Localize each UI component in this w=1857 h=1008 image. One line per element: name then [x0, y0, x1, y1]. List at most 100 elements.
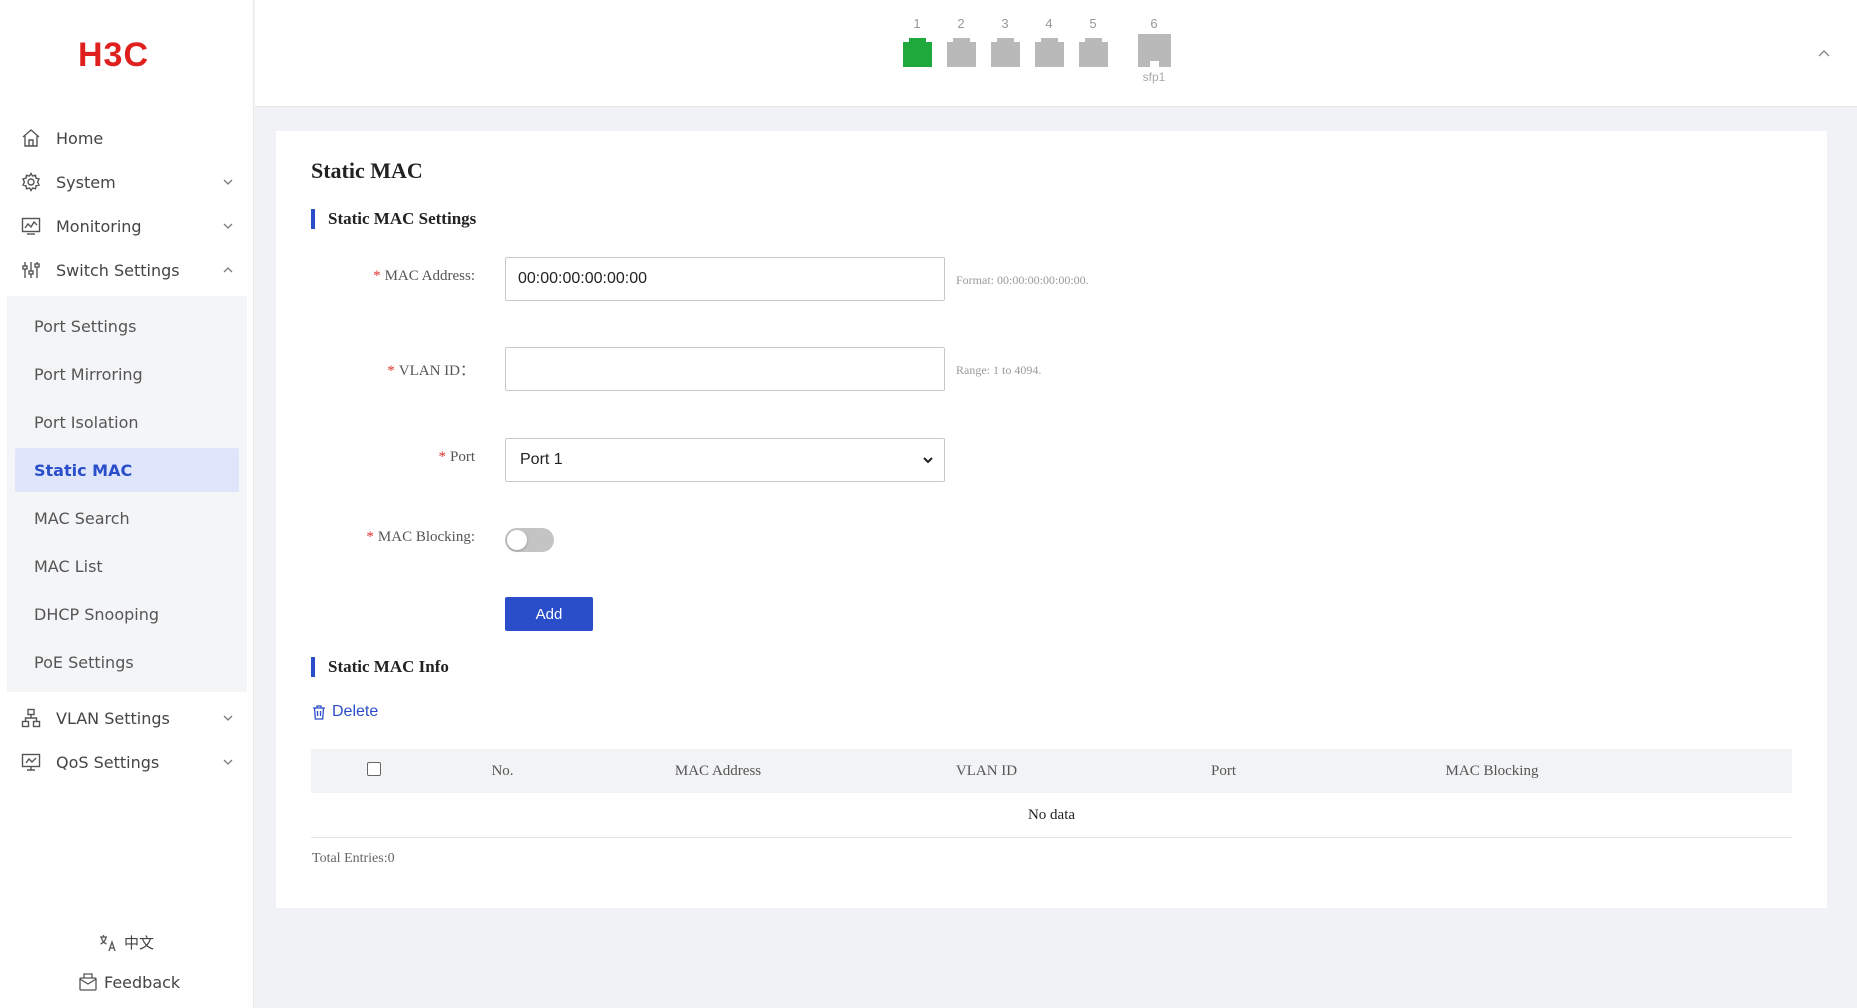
- top-bar: 1 2 3 4 5 6 sfp1: [255, 0, 1857, 107]
- port-jack-shape: [946, 38, 976, 67]
- sidebar-item-static-mac[interactable]: Static MAC: [15, 448, 239, 492]
- ethernet-port-icon: [946, 38, 976, 67]
- home-icon: [20, 127, 42, 149]
- switch-settings-submenu: Port Settings Port Mirroring Port Isolat…: [7, 296, 247, 692]
- chevron-down-icon: [223, 715, 233, 721]
- port-jack-shape: [902, 38, 932, 67]
- sfp-port-icon: [1137, 34, 1171, 67]
- toggle-knob: [507, 530, 527, 550]
- port-2[interactable]: 2: [944, 16, 978, 67]
- chevron-down-icon: [223, 179, 233, 185]
- chevron-up-icon: [223, 267, 233, 273]
- collapse-chevron-up-icon[interactable]: [1817, 46, 1831, 60]
- nav-item-vlan-settings[interactable]: VLAN Settings: [0, 696, 254, 740]
- network-tree-icon: [20, 707, 42, 729]
- vlan-id-input[interactable]: [505, 347, 945, 391]
- language-label: 中文: [124, 934, 155, 952]
- chevron-down-icon: [223, 223, 233, 229]
- required-mark: *: [387, 363, 395, 379]
- column-header-mac-blocking: MAC Blocking: [1445, 762, 1539, 779]
- port-1[interactable]: 1: [900, 16, 934, 67]
- mac-format-hint: Format: 00:00:00:00:00:00.: [956, 273, 1089, 287]
- required-mark: *: [438, 449, 446, 465]
- delete-button[interactable]: Delete: [312, 703, 378, 721]
- port-number: 3: [1001, 16, 1009, 31]
- nav-item-label: QoS Settings: [56, 752, 160, 772]
- feedback-link[interactable]: Feedback: [78, 972, 180, 992]
- section-title-settings: Static MAC Settings: [311, 209, 476, 229]
- port-3[interactable]: 3: [988, 16, 1022, 67]
- monitor-chart-icon: [20, 215, 42, 237]
- sidebar-item-poe-settings[interactable]: PoE Settings: [15, 640, 239, 684]
- sfp-label: sfp1: [1142, 70, 1166, 84]
- port-select-value: Port 1: [520, 451, 563, 468]
- empty-text: No data: [1027, 806, 1076, 823]
- nav-item-label: Home: [56, 128, 104, 148]
- nav-item-label: Monitoring: [56, 216, 142, 236]
- nav-item-monitoring[interactable]: Monitoring: [0, 204, 254, 248]
- column-header-port: Port: [1210, 762, 1236, 779]
- column-header-no: No.: [491, 762, 514, 779]
- chevron-down-icon: [923, 457, 933, 464]
- chevron-down-icon: [223, 759, 233, 765]
- mac-address-input[interactable]: [505, 257, 945, 301]
- port-4[interactable]: 4: [1032, 16, 1066, 67]
- ethernet-port-icon: [1078, 38, 1108, 67]
- language-switch[interactable]: 中文: [98, 932, 154, 953]
- port-jack-shape: [1137, 34, 1171, 67]
- port-jack-shape: [1034, 38, 1064, 67]
- feedback-label: Feedback: [104, 972, 181, 992]
- feedback-icon: [79, 973, 97, 991]
- nav-item-system[interactable]: System: [0, 160, 254, 204]
- delete-label: Delete: [332, 703, 379, 720]
- qos-icon: [20, 751, 42, 773]
- port-number: 6: [1150, 16, 1158, 31]
- ethernet-port-icon: [990, 38, 1020, 67]
- sidebar-item-port-mirroring[interactable]: Port Mirroring: [15, 352, 239, 396]
- vlan-id-label: * VLAN ID：: [387, 363, 475, 379]
- sidebar-item-dhcp-snooping[interactable]: DHCP Snooping: [15, 592, 239, 636]
- page-title: Static MAC: [311, 158, 423, 183]
- port-5[interactable]: 5: [1076, 16, 1110, 67]
- select-all-checkbox[interactable]: [367, 761, 381, 776]
- vlan-range-hint: Range: 1 to 4094.: [956, 363, 1042, 377]
- port-number: 4: [1045, 16, 1053, 31]
- gear-icon: [20, 171, 42, 193]
- port-number: 2: [957, 16, 965, 31]
- mac-blocking-label: * MAC Blocking:: [366, 529, 475, 545]
- trash-icon: [313, 704, 325, 720]
- sliders-icon: [20, 259, 42, 281]
- port-select[interactable]: Port 1: [505, 438, 945, 482]
- mac-blocking-toggle[interactable]: [505, 528, 554, 552]
- table-empty-row: No data: [311, 793, 1792, 838]
- nav-menu: Home System Monitoring Switch Settings P…: [0, 116, 254, 784]
- port-number: 1: [913, 16, 921, 31]
- nav-item-home[interactable]: Home: [0, 116, 254, 160]
- nav-item-label: System: [56, 172, 116, 192]
- port-number: 5: [1089, 16, 1097, 31]
- nav-item-qos-settings[interactable]: QoS Settings: [0, 740, 254, 784]
- ethernet-port-icon: [1034, 38, 1064, 67]
- section-title-info: Static MAC Info: [311, 657, 449, 677]
- required-mark: *: [366, 529, 374, 545]
- translate-icon: [100, 934, 116, 951]
- nav-item-switch-settings[interactable]: Switch Settings: [0, 248, 254, 292]
- static-mac-table: No. MAC Address VLAN ID Port MAC Blockin…: [311, 749, 1792, 838]
- sidebar-item-port-settings[interactable]: Port Settings: [15, 304, 239, 348]
- select-all-cell: [311, 761, 437, 781]
- nav-item-label: Switch Settings: [56, 260, 180, 280]
- ethernet-port-icon: [902, 38, 932, 67]
- add-button[interactable]: Add: [505, 597, 593, 631]
- table-header: No. MAC Address VLAN ID Port MAC Blockin…: [311, 749, 1792, 793]
- h3c-logo[interactable]: H3C: [78, 36, 180, 72]
- sidebar: H3C Home System Monitoring Switch Settin…: [0, 0, 254, 1008]
- sidebar-item-mac-list[interactable]: MAC List: [15, 544, 239, 588]
- column-header-mac-address: MAC Address: [674, 762, 762, 779]
- port-6-sfp[interactable]: 6 sfp1: [1137, 16, 1171, 84]
- port-label: * Port: [438, 449, 475, 465]
- sidebar-item-port-isolation[interactable]: Port Isolation: [15, 400, 239, 444]
- required-mark: *: [373, 268, 381, 284]
- svg-text:H3C: H3C: [78, 36, 149, 72]
- sidebar-item-mac-search[interactable]: MAC Search: [15, 496, 239, 540]
- nav-item-label: VLAN Settings: [56, 708, 170, 728]
